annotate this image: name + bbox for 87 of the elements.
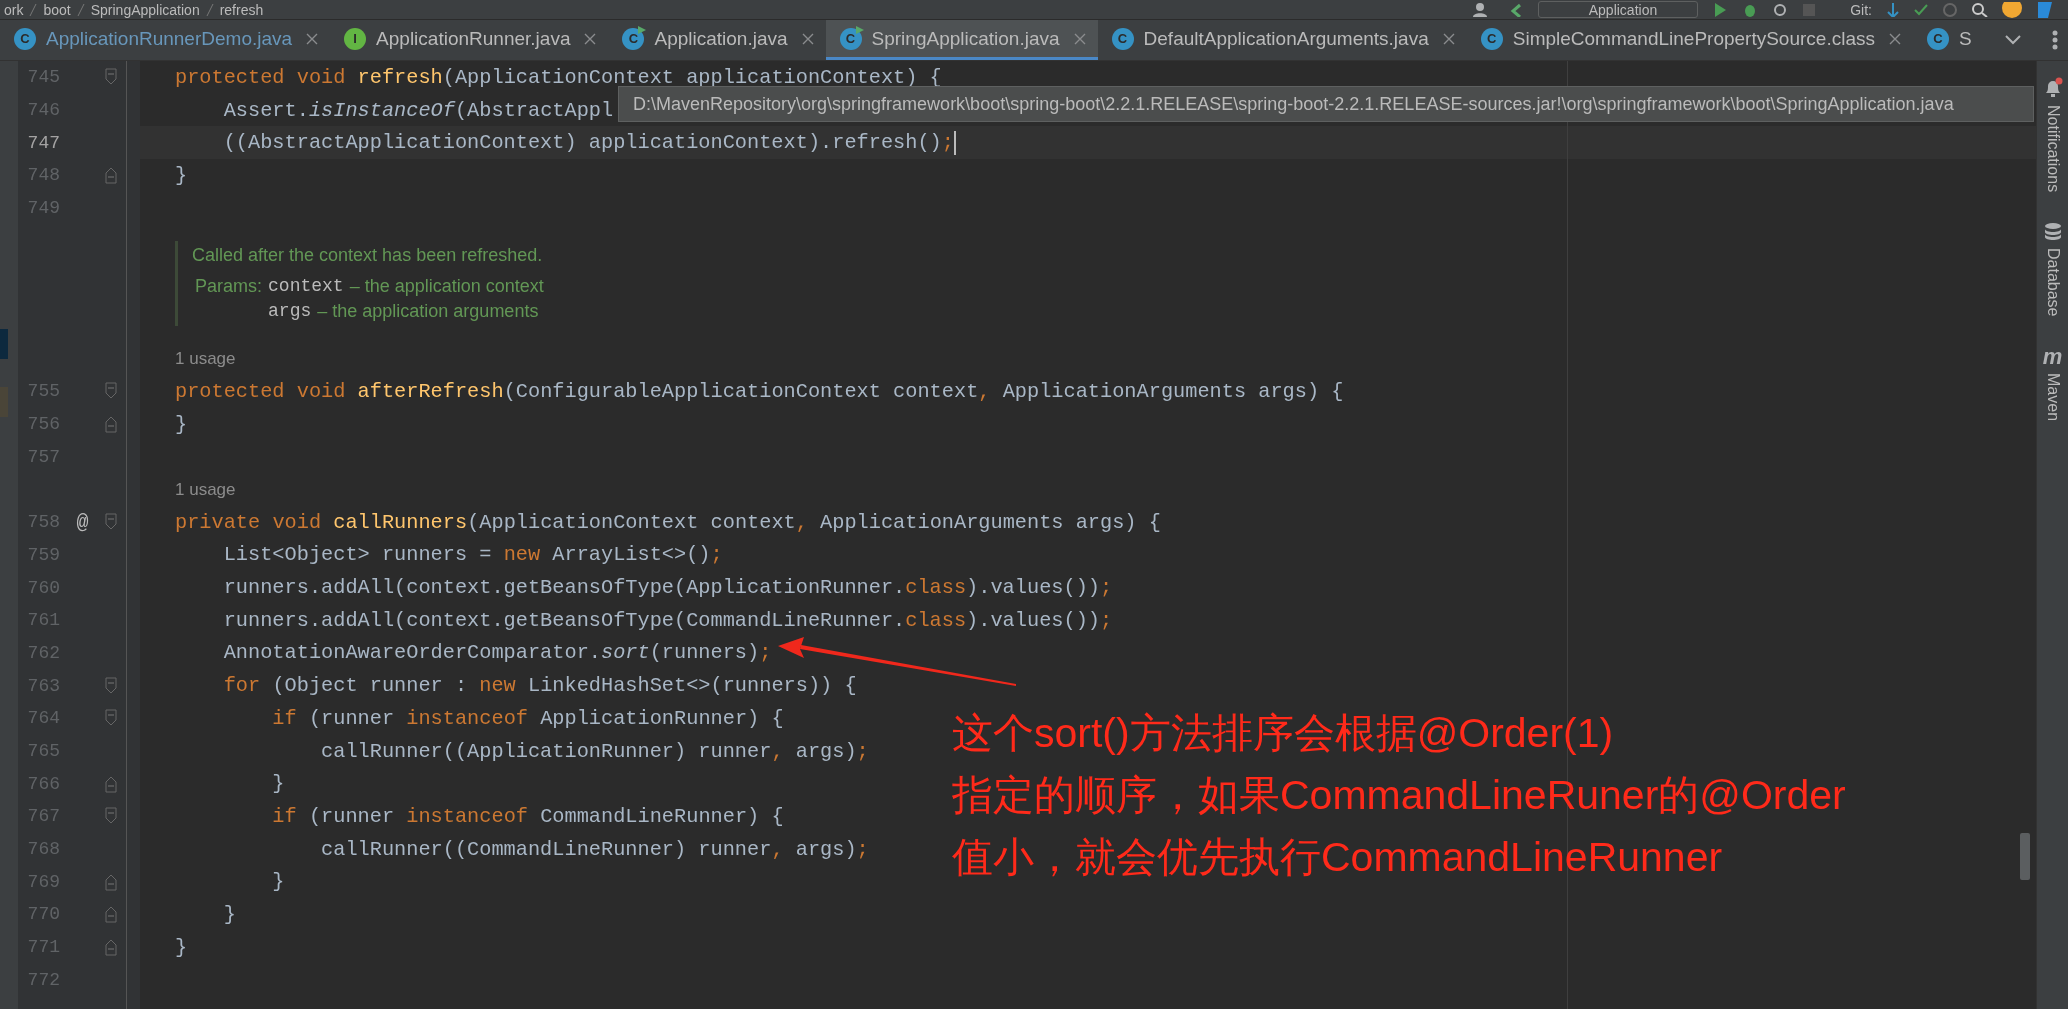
slash-icon — [76, 2, 85, 17]
unfold-icon[interactable] — [105, 166, 117, 185]
editor-tab[interactable]: C DefaultApplicationArguments.java — [1097, 20, 1467, 60]
param-name: args — [268, 300, 312, 322]
fold-icon[interactable] — [105, 68, 117, 87]
usage-hint[interactable]: 1 usage — [175, 348, 236, 369]
close-icon[interactable] — [1888, 32, 1901, 45]
close-icon[interactable] — [801, 32, 814, 45]
annotation-line: 这个sort()方法排序会根据@Order(1) — [952, 709, 1615, 758]
code-line: runners.addAll(context.getBeansOfType(CommandLineRunner.class).values()); — [222, 608, 1113, 632]
fold-icon[interactable] — [105, 382, 117, 401]
fold-icon[interactable] — [105, 807, 117, 826]
code-line: } — [222, 902, 236, 926]
fold-icon[interactable] — [105, 709, 117, 728]
class-file-icon: C — [1926, 27, 1949, 50]
close-icon[interactable] — [584, 32, 597, 45]
param-description: – the application arguments — [317, 300, 539, 322]
editor-tab[interactable]: C S — [1912, 20, 1984, 60]
file-path-tooltip: D:\MavenRepository\org\springframework\boot\spring-boot\2.2.1.RELEASE\spring-boot-2.2.1.RELEASE-sources.jar!\org\springframework\boot\SpringApplication.java — [618, 86, 2034, 122]
unfold-icon[interactable] — [105, 872, 117, 891]
annotation-line: 值小，就会优先执行CommandLineRunner — [952, 833, 1724, 882]
breadcrumb-item[interactable]: SpringApplication — [90, 1, 200, 18]
git-label: Git: — [1850, 1, 1872, 18]
code-line: callRunner((ApplicationRunner) runner, args); — [320, 739, 869, 763]
class-file-icon: C — [1111, 27, 1134, 50]
code-line: private void callRunners(ApplicationContext context, ApplicationArguments args) { — [175, 510, 1161, 534]
unfold-icon[interactable] — [105, 774, 117, 793]
class-file-icon: C — [1480, 27, 1503, 50]
code-line: ((AbstractApplicationContext) applicationContext).refresh(); — [222, 131, 954, 155]
line-number: 747 — [26, 132, 60, 153]
code-line: } — [175, 163, 188, 187]
code-line: Assert.isInstanceOf(AbstractAppl — [222, 98, 614, 122]
close-icon[interactable] — [1442, 32, 1455, 45]
check-icon[interactable] — [1914, 2, 1928, 17]
editor-tab[interactable]: C Application.java — [608, 20, 826, 60]
param-name: context — [268, 275, 344, 297]
slash-icon — [205, 2, 214, 17]
update-arrow-icon[interactable] — [1886, 2, 1900, 17]
scrollbar-thumb[interactable] — [2020, 833, 2030, 880]
chevron-down-icon[interactable] — [2003, 34, 2022, 46]
code-line: List<Object> runners = new ArrayList<>(); — [222, 543, 723, 567]
unfold-icon[interactable] — [105, 938, 117, 957]
editor-tab[interactable]: C ApplicationRunnerDemo.java — [0, 20, 331, 60]
override-marker[interactable]: @ — [76, 510, 89, 534]
usage-hint[interactable]: 1 usage — [175, 479, 236, 500]
code-line: } — [175, 935, 188, 959]
doc-summary: Called after the context has been refreshed. — [192, 244, 544, 266]
breadcrumb-item[interactable]: refresh — [219, 1, 264, 18]
search-icon[interactable] — [1972, 2, 1988, 17]
annotation-line: 指定的顺序，如果CommandLineRuner的@Order — [952, 771, 1846, 820]
code-line: protected void afterRefresh(ConfigurableApplicationContext context, ApplicationArguments args) { — [175, 379, 1344, 403]
code-line: } — [271, 870, 285, 894]
code-line: } — [271, 772, 285, 796]
code-line: if (runner instanceof ApplicationRunner) { — [271, 706, 784, 730]
fold-icon[interactable] — [105, 676, 117, 695]
tool-window-button[interactable]: m Maven — [2042, 346, 2063, 421]
code-line: for (Object runner : new LinkedHashSet<>(runners)) { — [222, 674, 857, 698]
unfold-icon[interactable] — [105, 415, 117, 434]
runnable-class-icon: C — [839, 27, 862, 50]
class-file-icon: C — [14, 27, 36, 50]
slash-icon — [29, 2, 38, 17]
editor-tab[interactable]: I ApplicationRunner.java — [330, 20, 609, 60]
tool-window-button[interactable]: Notifications — [2041, 77, 2064, 193]
database-icon — [2043, 222, 2062, 243]
run-configuration-dropdown[interactable]: Application — [1537, 1, 1699, 18]
unfold-icon[interactable] — [105, 905, 117, 924]
more-options-icon[interactable] — [2051, 30, 2058, 50]
code-line: } — [175, 412, 188, 436]
tool-window-button[interactable]: Database — [2043, 222, 2062, 317]
code-line: if (runner instanceof CommandLineRunner) { — [271, 804, 784, 828]
editor-tab[interactable]: C SimpleCommandLinePropertySource.class — [1466, 20, 1913, 60]
breadcrumb-item[interactable]: boot — [43, 1, 71, 18]
breadcrumb-item[interactable]: ork — [4, 1, 24, 18]
text-caret — [953, 130, 956, 155]
selected-item-highlight — [0, 329, 8, 359]
maven-icon: m — [2042, 346, 2063, 367]
interface-file-icon: I — [344, 27, 367, 50]
runnable-class-icon: C — [622, 27, 645, 50]
close-icon[interactable] — [1073, 32, 1086, 45]
params-label: Params: — [195, 275, 263, 298]
fold-icon[interactable] — [105, 513, 117, 532]
code-line: runners.addAll(context.getBeansOfType(ApplicationRunner.class).values()); — [222, 576, 1113, 600]
param-description: – the application context — [349, 275, 544, 297]
editor-tab[interactable]: C SpringApplication.java — [825, 20, 1098, 60]
code-line: callRunner((CommandLineRunner) runner, args); — [320, 837, 869, 861]
close-icon[interactable] — [306, 32, 319, 45]
code-line: AnnotationAwareOrderComparator.sort(runners); — [222, 641, 772, 665]
